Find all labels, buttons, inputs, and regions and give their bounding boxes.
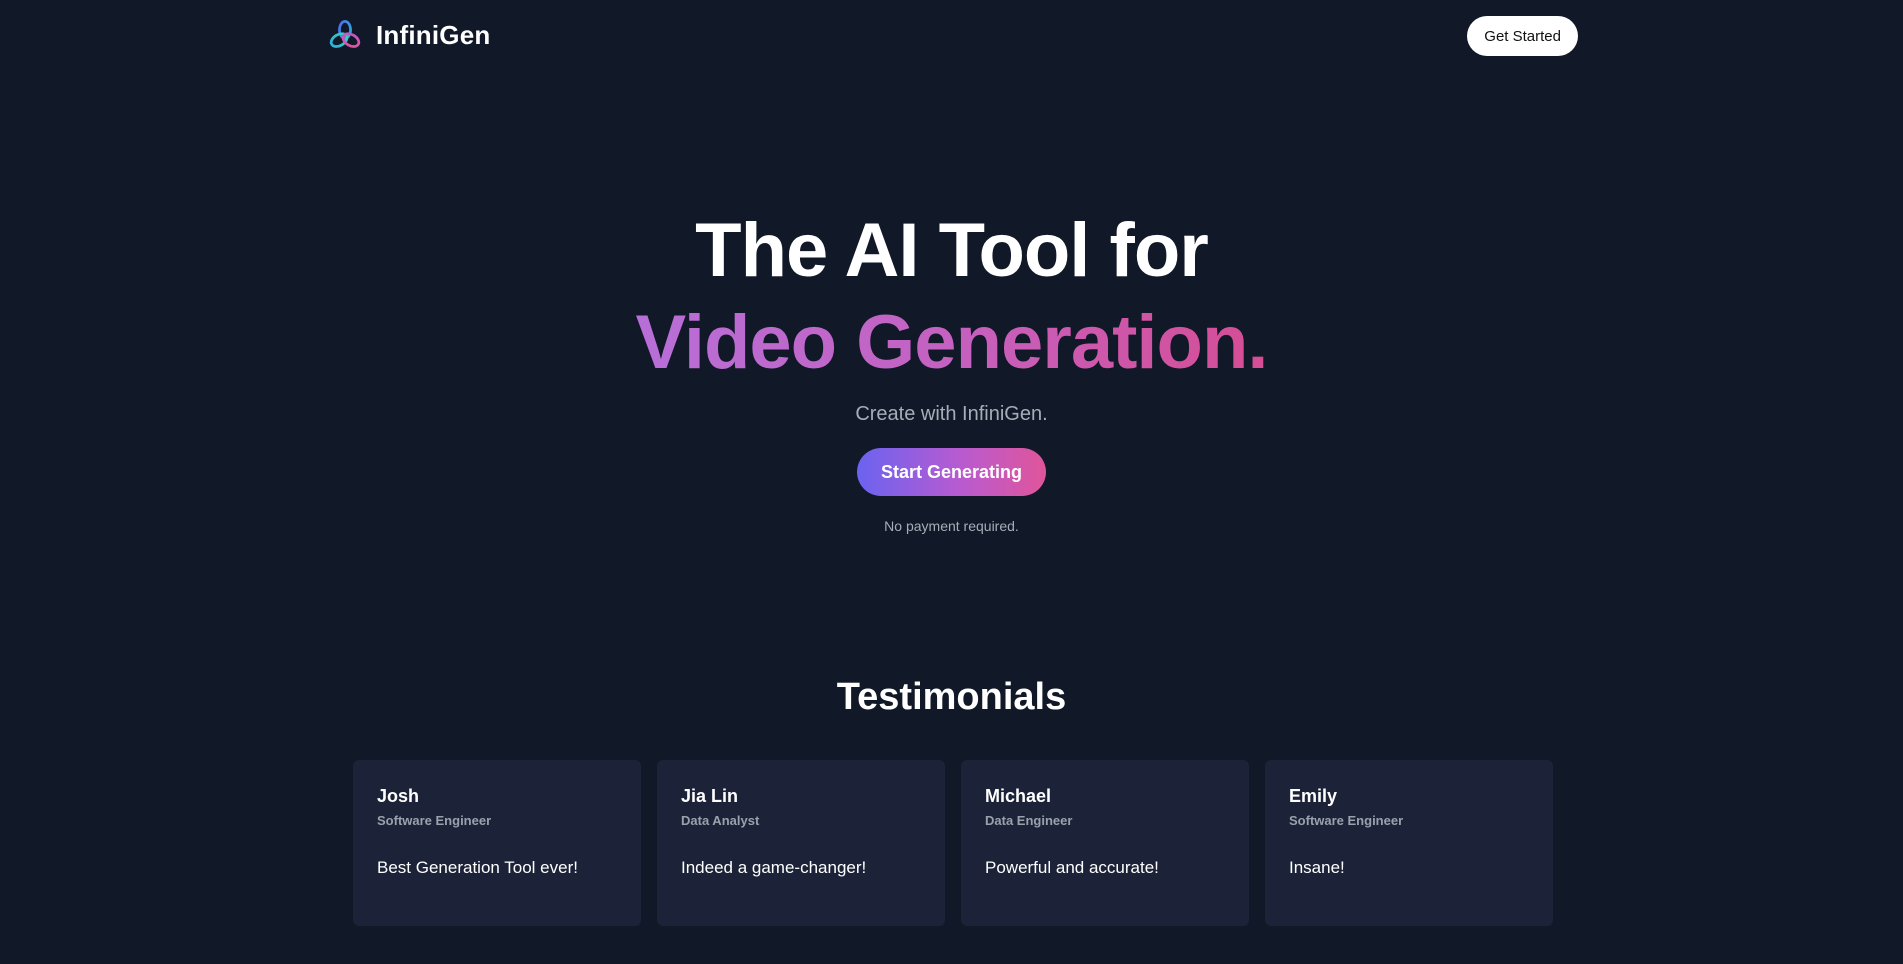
- hero-title-line2: Video Generation.: [636, 297, 1269, 389]
- testimonial-quote: Best Generation Tool ever!: [377, 858, 578, 877]
- no-payment-note: No payment required.: [884, 518, 1019, 534]
- brand-name: InfiniGen: [376, 19, 491, 50]
- testimonial-card: Michael Data Engineer Powerful and accur…: [961, 760, 1249, 926]
- testimonial-role: Data Analyst: [681, 813, 760, 828]
- hero-section: The AI Tool for Video Generation. Create…: [0, 205, 1903, 534]
- brand-link[interactable]: InfiniGen: [328, 18, 490, 52]
- testimonial-card: Emily Software Engineer Insane!: [1265, 760, 1553, 926]
- hero-title-line1: The AI Tool for: [695, 208, 1209, 293]
- page: InfiniGen Get Started The AI Tool for Vi…: [0, 0, 1903, 964]
- testimonials-list: Josh Software Engineer Best Generation T…: [353, 760, 1553, 926]
- start-generating-button[interactable]: Start Generating: [856, 448, 1047, 496]
- testimonial-role: Data Engineer: [985, 813, 1073, 828]
- testimonial-name: Josh: [377, 786, 420, 806]
- testimonial-name: Emily: [1289, 786, 1338, 806]
- hero-subtitle: Create with InfiniGen.: [855, 403, 1048, 425]
- site-header: InfiniGen Get Started: [328, 14, 1578, 58]
- testimonial-quote: Indeed a game-changer!: [681, 858, 867, 877]
- testimonial-name: Michael: [985, 786, 1052, 806]
- testimonial-role: Software Engineer: [1289, 813, 1404, 828]
- testimonial-quote: Insane!: [1289, 858, 1345, 877]
- testimonials-heading: Testimonials: [836, 676, 1067, 718]
- testimonial-role: Software Engineer: [377, 813, 492, 828]
- testimonial-card: Jia Lin Data Analyst Indeed a game-chang…: [657, 760, 945, 926]
- triple-ring-logo-icon: [329, 20, 361, 48]
- testimonial-quote: Powerful and accurate!: [985, 858, 1159, 877]
- testimonial-name: Jia Lin: [681, 786, 739, 806]
- testimonial-card: Josh Software Engineer Best Generation T…: [353, 760, 641, 926]
- get-started-button[interactable]: Get Started: [1467, 16, 1578, 56]
